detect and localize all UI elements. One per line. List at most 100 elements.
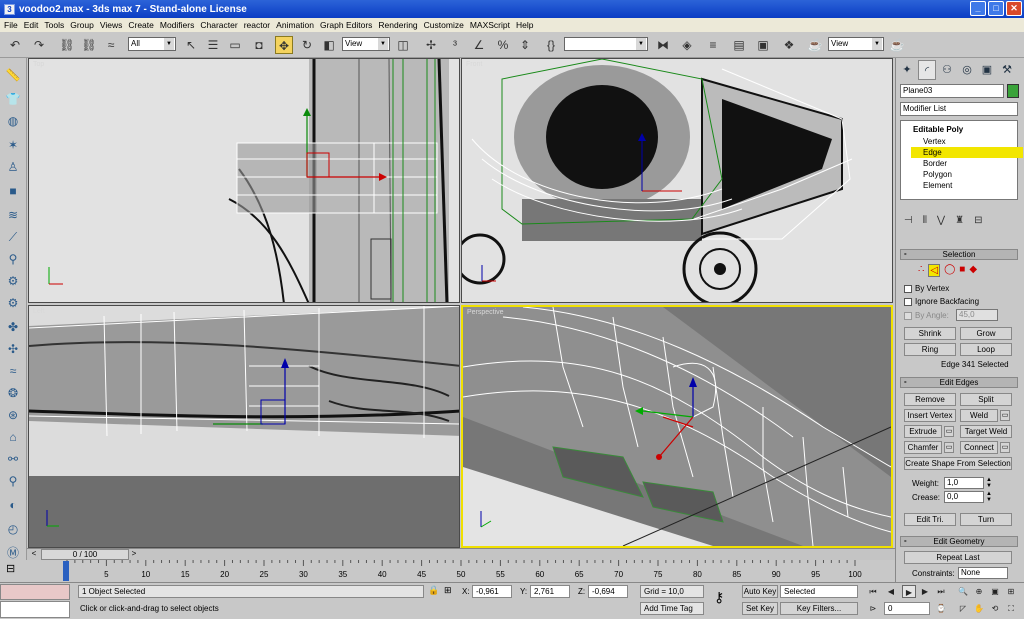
y-coordinate-field[interactable]: 2,761 xyxy=(530,585,570,598)
stack-editable-poly[interactable]: Editable Poly xyxy=(903,124,1015,135)
key-icon[interactable]: ⚷ xyxy=(714,589,724,606)
menu-maxscript[interactable]: MAXScript xyxy=(468,20,514,30)
insert-vertex-button[interactable]: Insert Vertex xyxy=(904,409,956,422)
water-icon[interactable]: ≈ xyxy=(4,362,22,380)
loop-button[interactable]: Loop xyxy=(960,343,1012,356)
modifier-list-dropdown[interactable]: Modifier List xyxy=(900,102,1018,116)
biped-icon[interactable]: ♙ xyxy=(4,158,22,176)
track-bar[interactable]: 0510152025303540455055606570758085909510… xyxy=(27,560,867,582)
turn-button[interactable]: Turn xyxy=(960,513,1012,526)
pan-view-icon[interactable]: ✋ xyxy=(972,602,986,615)
viewport-label[interactable]: Front xyxy=(466,61,482,68)
previous-frame-icon[interactable]: ◀ xyxy=(884,585,898,598)
extrude-button[interactable]: Extrude xyxy=(904,425,942,438)
zoom-extents-icon[interactable]: ▣ xyxy=(988,585,1002,598)
edge-level-icon[interactable]: ◁ xyxy=(928,264,941,277)
mirror-icon[interactable]: ⧓ xyxy=(654,36,672,54)
menu-reactor[interactable]: reactor xyxy=(242,20,274,30)
close-button[interactable]: ✕ xyxy=(1006,1,1022,16)
analyze-icon[interactable]: ⚲ xyxy=(4,472,22,490)
menu-edit[interactable]: Edit xyxy=(22,20,43,30)
toy-car-icon[interactable]: ⊛ xyxy=(4,406,22,424)
create-shape-button[interactable]: Create Shape From Selection xyxy=(904,457,1012,470)
align-icon[interactable]: ◈ xyxy=(678,36,696,54)
ruler-icon[interactable]: 📏 xyxy=(4,66,22,84)
menu-tools[interactable]: Tools xyxy=(42,20,68,30)
zoom-icon[interactable]: 🔍 xyxy=(956,585,970,598)
hinge-icon[interactable]: ⚲ xyxy=(4,250,22,268)
vertex-level-icon[interactable]: ∴ xyxy=(918,264,924,277)
fan-icon[interactable]: ✤ xyxy=(4,318,22,336)
select-and-move-icon[interactable]: ✥ xyxy=(275,36,293,54)
layer-manager-icon[interactable]: ≡ xyxy=(704,36,722,54)
display-tab-icon[interactable]: ▣ xyxy=(978,60,996,80)
spinner-snap-icon[interactable]: ⇕ xyxy=(516,36,534,54)
object-color-swatch[interactable] xyxy=(1007,84,1019,98)
bind-space-warp-icon[interactable]: ≈ xyxy=(102,36,120,54)
menu-graph-editors[interactable]: Graph Editors xyxy=(318,20,376,30)
border-level-icon[interactable]: ◯ xyxy=(944,264,955,277)
select-and-link-icon[interactable]: ⛓ xyxy=(58,36,76,54)
weld-button[interactable]: Weld xyxy=(960,409,998,422)
remove-modifier-icon[interactable]: ♜ xyxy=(955,215,964,226)
maxscript-input-mini[interactable] xyxy=(0,601,70,618)
motion-tab-icon[interactable]: ◎ xyxy=(958,60,976,80)
reference-coordinate-dropdown[interactable]: View xyxy=(342,37,390,51)
edit-tri-button[interactable]: Edit Tri. xyxy=(904,513,956,526)
show-end-result-icon[interactable]: ⫴ xyxy=(923,215,927,226)
motor-icon[interactable]: ✣ xyxy=(4,340,22,358)
material-editor-icon[interactable]: ❖ xyxy=(780,36,798,54)
stack-element[interactable]: Element xyxy=(911,180,1023,191)
play-icon[interactable]: ▶ xyxy=(902,585,916,598)
stack-polygon[interactable]: Polygon xyxy=(911,169,1023,180)
grow-button[interactable]: Grow xyxy=(960,327,1012,340)
menu-create[interactable]: Create xyxy=(126,20,158,30)
angle-value-field[interactable]: 45,0 xyxy=(956,309,998,321)
zoom-all-icon[interactable]: ⊕ xyxy=(972,585,986,598)
rectangular-selection-icon[interactable]: ▭ xyxy=(226,36,244,54)
configure-sets-icon[interactable]: ⊟ xyxy=(974,215,982,226)
box-icon[interactable]: ■ xyxy=(4,182,22,200)
viewport-label[interactable]: Perspective xyxy=(467,309,504,316)
connect-button[interactable]: Connect xyxy=(960,441,998,454)
zoom-extents-all-icon[interactable]: ⊞ xyxy=(1004,585,1018,598)
preview-icon[interactable]: ◐ xyxy=(4,496,22,514)
auto-key-button[interactable]: Auto Key xyxy=(742,585,778,598)
crease-spinner[interactable]: ▲ ▼ xyxy=(986,491,992,503)
object-name-field[interactable]: Plane03 xyxy=(900,84,1004,98)
selection-rollout-header[interactable]: - Selection xyxy=(900,249,1018,260)
weight-spinner[interactable]: ▲ ▼ xyxy=(986,477,992,489)
mini-curve-editor-icon[interactable]: ⊟ xyxy=(6,562,15,575)
stack-vertex[interactable]: Vertex xyxy=(911,136,1023,147)
crease-field[interactable]: 0,0 xyxy=(944,491,984,503)
edit-named-selection-icon[interactable]: {} xyxy=(542,36,560,54)
pivot-center-icon[interactable]: ◫ xyxy=(394,36,412,54)
edit-edges-rollout-header[interactable]: - Edit Edges xyxy=(900,377,1018,388)
shirt-icon[interactable]: 👕 xyxy=(4,90,22,108)
maximize-viewport-icon[interactable]: ⛶ xyxy=(1004,602,1018,615)
quick-render-icon[interactable]: ☕ xyxy=(888,36,906,54)
rope-icon[interactable]: ⟋ xyxy=(4,228,22,246)
spring-icon[interactable]: ≋ xyxy=(4,206,22,224)
next-frame-icon[interactable]: ▶ xyxy=(918,585,932,598)
car-wheel-icon[interactable]: ⚙ xyxy=(4,294,22,312)
maximize-button[interactable]: □ xyxy=(988,1,1004,16)
by-angle-checkbox[interactable]: By Angle: xyxy=(904,311,949,320)
viewport-perspective[interactable]: Perspective xyxy=(461,305,893,548)
render-type-dropdown[interactable]: View xyxy=(828,37,884,51)
wind-icon[interactable]: ❂ xyxy=(4,384,22,402)
add-time-tag-button[interactable]: Add Time Tag xyxy=(640,602,704,615)
polygon-level-icon[interactable]: ■ xyxy=(959,264,965,277)
create-tab-icon[interactable]: ✦ xyxy=(898,60,916,80)
key-filters-button[interactable]: Key Filters... xyxy=(780,602,858,615)
stack-edge[interactable]: Edge xyxy=(911,147,1023,158)
schematic-view-icon[interactable]: ▣ xyxy=(754,36,772,54)
select-object-icon[interactable]: ↖ xyxy=(182,36,200,54)
sphere-icon[interactable]: ◍ xyxy=(4,112,22,130)
undo-icon[interactable]: ↶ xyxy=(6,36,24,54)
select-by-name-icon[interactable]: ☰ xyxy=(204,36,222,54)
element-level-icon[interactable]: ◆ xyxy=(969,264,977,277)
select-manipulate-icon[interactable]: ✢ xyxy=(422,36,440,54)
time-slider-next-button[interactable]: > xyxy=(129,549,139,560)
extrude-settings-icon[interactable]: ▭ xyxy=(944,426,954,437)
